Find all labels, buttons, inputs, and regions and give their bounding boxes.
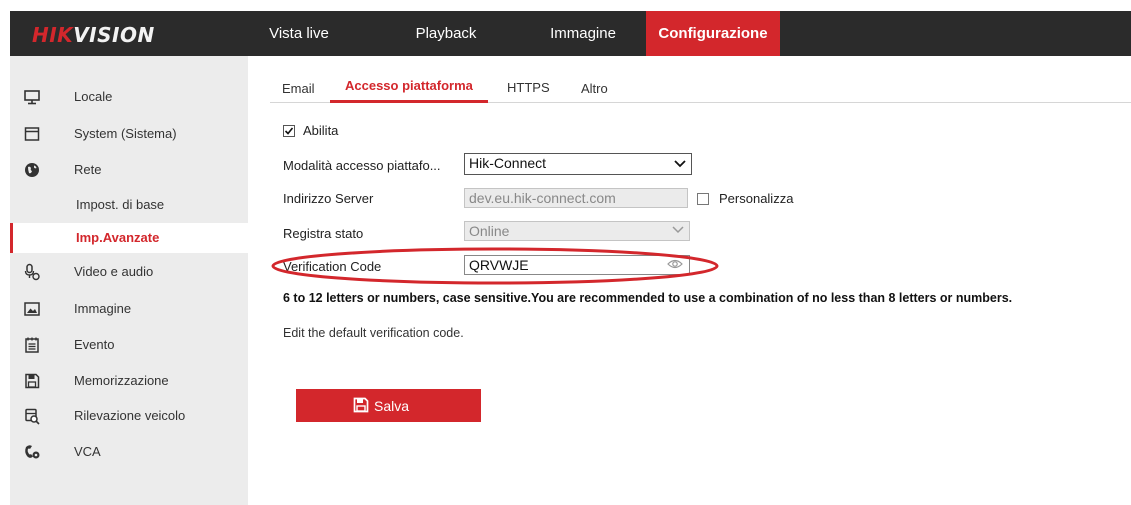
sidebar-item-basic-settings[interactable]: Impost. di base (10, 190, 248, 220)
sidebar: Locale System (Sistema) Rete Impost. di … (10, 56, 251, 505)
nav-tab-playback[interactable]: Playback (396, 11, 496, 56)
sidebar-item-label: Evento (74, 337, 115, 352)
top-navigation-bar: HIKVISION Vista live Playback Immagine C… (10, 11, 1131, 56)
sidebar-item-network[interactable]: Rete (10, 155, 248, 185)
sidebar-item-label: System (Sistema) (74, 126, 177, 141)
register-status-select[interactable]: Online (464, 221, 690, 241)
sidebar-item-label: Video e audio (74, 264, 154, 279)
nav-tab-image[interactable]: Immagine (528, 11, 638, 56)
sidebar-item-advanced-settings[interactable]: Imp.Avanzate (10, 223, 251, 253)
logo-white-part: VISION (73, 23, 155, 47)
enable-checkbox[interactable] (283, 125, 295, 137)
save-button-label: Salva (374, 398, 410, 414)
server-address-value: dev.eu.hik-connect.com (469, 190, 616, 206)
nav-tab-configuration[interactable]: Configurazione (646, 11, 780, 56)
monitor-icon (24, 90, 40, 105)
microphone-icon (24, 263, 40, 281)
sidebar-item-system[interactable]: System (Sistema) (10, 119, 248, 149)
hikvision-logo: HIKVISION (32, 23, 155, 47)
logo-red-part: HIK (32, 23, 74, 47)
sidebar-item-label: Imp.Avanzate (76, 230, 160, 245)
eye-icon[interactable] (667, 257, 683, 271)
access-mode-value: Hik-Connect (469, 155, 547, 171)
sidebar-item-label: Impost. di base (76, 197, 165, 212)
floppy-disk-icon (353, 397, 369, 413)
verification-code-hint: Edit the default verification code. (283, 326, 464, 340)
customize-label: Personalizza (719, 191, 794, 206)
calendar-icon (25, 337, 39, 353)
register-status-value: Online (469, 223, 510, 239)
window-icon (24, 127, 40, 141)
register-status-label: Registra stato (283, 226, 364, 241)
chevron-down-icon (672, 226, 684, 234)
sidebar-item-image[interactable]: Immagine (10, 294, 248, 324)
sidebar-item-label: Locale (74, 89, 113, 104)
chevron-down-icon (674, 160, 686, 168)
verification-code-value: QRVWJE (469, 257, 529, 273)
access-mode-label: Modalità accesso piattafo... (283, 158, 441, 173)
globe-icon (25, 163, 39, 177)
access-mode-select[interactable]: Hik-Connect (464, 153, 692, 175)
sidebar-item-vehicle-detection[interactable]: Rilevazione veicolo (10, 401, 248, 431)
active-tab-indicator (330, 100, 488, 103)
tab-https[interactable]: HTTPS (507, 80, 550, 95)
vca-icon (25, 445, 40, 459)
vehicle-search-icon (25, 408, 40, 425)
tab-email[interactable]: Email (282, 81, 315, 96)
sidebar-item-label: Immagine (74, 301, 132, 316)
server-address-label: Indirizzo Server (283, 191, 374, 206)
nav-tab-live-view[interactable]: Vista live (258, 11, 340, 56)
image-icon (24, 302, 40, 316)
sidebar-item-label: VCA (74, 444, 101, 459)
sidebar-item-label: Rete (74, 162, 102, 177)
tab-other[interactable]: Altro (581, 81, 608, 96)
tab-platform-access[interactable]: Accesso piattaforma (345, 78, 473, 93)
checkmark-icon (284, 127, 294, 135)
verification-code-rule-text: 6 to 12 letters or numbers, case sensiti… (283, 291, 1013, 305)
sidebar-item-label: Memorizzazione (74, 373, 169, 388)
enable-label: Abilita (303, 123, 339, 138)
sidebar-item-locale[interactable]: Locale (10, 82, 248, 112)
sidebar-item-event[interactable]: Evento (10, 330, 248, 360)
sidebar-item-video-audio[interactable]: Video e audio (10, 257, 248, 287)
sidebar-item-vca[interactable]: VCA (10, 437, 248, 467)
verification-code-input[interactable]: QRVWJE (464, 255, 690, 275)
verification-code-label: Verification Code (283, 259, 382, 274)
sidebar-item-storage[interactable]: Memorizzazione (10, 366, 248, 396)
sidebar-item-label: Rilevazione veicolo (74, 408, 186, 423)
save-button[interactable]: Salva (296, 389, 481, 422)
customize-checkbox[interactable] (697, 193, 709, 205)
server-address-input[interactable]: dev.eu.hik-connect.com (464, 188, 688, 208)
floppy-disk-icon (25, 373, 40, 389)
